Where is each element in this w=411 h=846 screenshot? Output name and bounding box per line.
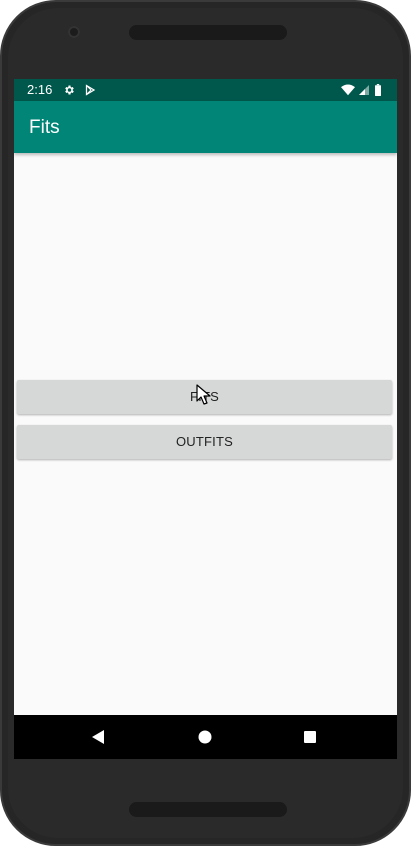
app-title: Fits xyxy=(29,117,60,138)
wifi-icon xyxy=(341,84,355,96)
front-camera xyxy=(68,26,80,38)
recents-icon[interactable] xyxy=(301,728,319,746)
status-bar: 2:16 xyxy=(14,79,397,101)
screen: 2:16 Fits FITS xyxy=(14,79,397,759)
battery-icon xyxy=(375,84,381,96)
navigation-bar xyxy=(14,715,397,759)
mouse-cursor-icon xyxy=(196,384,211,405)
home-icon[interactable] xyxy=(196,728,214,746)
play-store-icon xyxy=(85,84,96,96)
back-icon[interactable] xyxy=(89,728,107,746)
top-speaker xyxy=(129,25,287,40)
outfits-button[interactable]: OUTFITS xyxy=(17,425,392,459)
signal-icon xyxy=(359,85,369,95)
status-time: 2:16 xyxy=(27,82,53,97)
settings-icon xyxy=(65,85,74,95)
app-bar: Fits xyxy=(14,101,397,153)
phone-frame: 2:16 Fits FITS xyxy=(0,0,411,846)
bottom-speaker xyxy=(129,802,287,817)
